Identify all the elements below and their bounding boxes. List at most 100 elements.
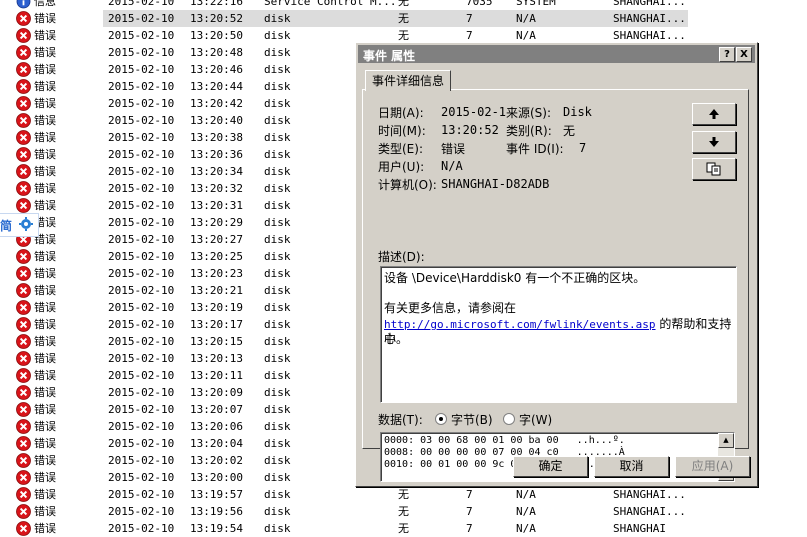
date-cell: 2015-02-10 [108,63,175,76]
time-cell: 13:20:21 [190,284,243,297]
type-cell: 错误 [34,403,56,416]
computer-cell: SHANGHAI... [613,0,686,8]
error-icon [16,266,31,281]
dialog-titlebar[interactable]: 事件 属性 ? X [358,45,755,63]
help-button[interactable]: ? [719,47,735,62]
description-line-1: 设备 \Device\Harddisk0 有一个不正确的区块。 [384,271,646,285]
cancel-button[interactable]: 取消 [594,456,669,477]
time-cell: 13:20:44 [190,80,243,93]
source-cell: disk [264,114,291,127]
time-cell: 13:20:31 [190,199,243,212]
user-label: 用户(U): [378,160,425,174]
copy-button[interactable] [692,158,736,180]
time-cell: 13:19:54 [190,522,243,535]
date-cell: 2015-02-10 [108,0,175,8]
time-label: 时间(M): [378,124,426,138]
type-cell: 错误 [34,471,56,484]
category-cell: 无 [398,505,409,518]
time-cell: 13:20:23 [190,267,243,280]
type-cell: 错误 [34,12,56,25]
date-cell: 2015-02-10 [108,165,175,178]
copy-icon [706,162,721,176]
time-cell: 13:22:16 [190,0,243,8]
scroll-up-icon[interactable]: ▲ [718,433,734,448]
description-label: 描述(D): [378,250,425,264]
table-row[interactable]: 错误 2015-02-10 13:20:52 disk 无 7 N/A SHANGHAI... [0,10,807,27]
date-cell: 2015-02-10 [108,97,175,110]
date-cell: 2015-02-10 [108,505,175,518]
computer-cell: SHANGHAI [613,522,666,535]
type-cell: 错误 [34,522,56,535]
user-cell: N/A [516,522,536,535]
side-tool-widget[interactable]: 简 [0,213,39,237]
source-cell: disk [264,352,291,365]
event-cell: 7 [466,29,473,42]
source-cell: disk [264,165,291,178]
time-cell: 13:20:15 [190,335,243,348]
table-row[interactable]: 错误 2015-02-10 13:19:56 disk 无 7 N/A SHANGHAI... [0,503,807,520]
tab-panel: 日期(A): 2015-02-10 来源(S): Disk 时间(M): 13:… [362,89,749,482]
error-icon [16,164,31,179]
ok-button[interactable]: 确定 [513,456,588,477]
type-cell: 错误 [34,97,56,110]
error-icon [16,96,31,111]
time-cell: 13:20:09 [190,386,243,399]
source-cell: disk [264,63,291,76]
source-cell: disk [264,29,291,42]
error-icon [16,198,31,213]
date-cell: 2015-02-10 [108,114,175,127]
time-cell: 13:20:48 [190,46,243,59]
error-icon [16,368,31,383]
next-event-button[interactable] [692,131,736,153]
words-radio[interactable] [503,413,515,425]
type-cell: 错误 [34,352,56,365]
error-icon [16,79,31,94]
error-icon [16,470,31,485]
time-cell: 13:19:56 [190,505,243,518]
arrow-down-icon [709,137,719,147]
user-cell: N/A [516,12,536,25]
source-cell: disk [264,505,291,518]
error-icon [16,504,31,519]
source-cell: disk [264,318,291,331]
description-textbox[interactable]: 设备 \Device\Harddisk0 有一个不正确的区块。 有关更多信息，请… [380,266,737,403]
table-row[interactable]: 错误 2015-02-10 13:19:54 disk 无 7 N/A SHANGHAI [0,520,807,537]
source-cell: disk [264,301,291,314]
side-tool-label: 简 [0,219,13,233]
type-cell: 错误 [34,80,56,93]
type-cell: 错误 [34,63,56,76]
category-cell: 无 [398,0,409,8]
date-cell: 2015-02-10 [108,318,175,331]
type-cell: 错误 [34,182,56,195]
table-row[interactable]: 信息 2015-02-10 13:22:16 Service Control M...… [0,0,807,10]
error-icon [16,45,31,60]
user-cell: N/A [516,29,536,42]
date-cell: 2015-02-10 [108,403,175,416]
category-cell: 无 [398,488,409,501]
date-cell: 2015-02-10 [108,216,175,229]
event-cell: 7 [466,488,473,501]
error-icon [16,436,31,451]
time-cell: 13:20:17 [190,318,243,331]
apply-button[interactable]: 应用(A) [675,456,750,477]
help-link[interactable]: http://go.microsoft.com/fwlink/events.as… [384,318,656,331]
time-cell: 13:19:57 [190,488,243,501]
previous-event-button[interactable] [692,103,736,125]
table-row[interactable]: 错误 2015-02-10 13:19:57 disk 无 7 N/A SHANGHAI... [0,486,807,503]
time-cell: 13:20:11 [190,369,243,382]
type-cell: 错误 [34,250,56,263]
error-icon [16,402,31,417]
type-cell: 错误 [34,114,56,127]
type-cell: 错误 [34,148,56,161]
time-cell: 13:20:50 [190,29,243,42]
event-properties-dialog: 事件 属性 ? X 日期(A): 2015-02-10 来源(S): Disk … [355,42,758,487]
computer-label: 计算机(O): [378,178,437,192]
error-icon [16,453,31,468]
source-cell: disk [264,97,291,110]
gear-icon[interactable] [18,216,34,235]
tab-event-details[interactable]: 事件详细信息 [365,70,451,91]
bytes-radio[interactable] [435,413,447,425]
close-button[interactable]: X [736,47,752,62]
source-cell: disk [264,454,291,467]
hex-line-1: 0000: 03 00 68 00 01 00 ba 00 ..h...º. [384,435,625,446]
